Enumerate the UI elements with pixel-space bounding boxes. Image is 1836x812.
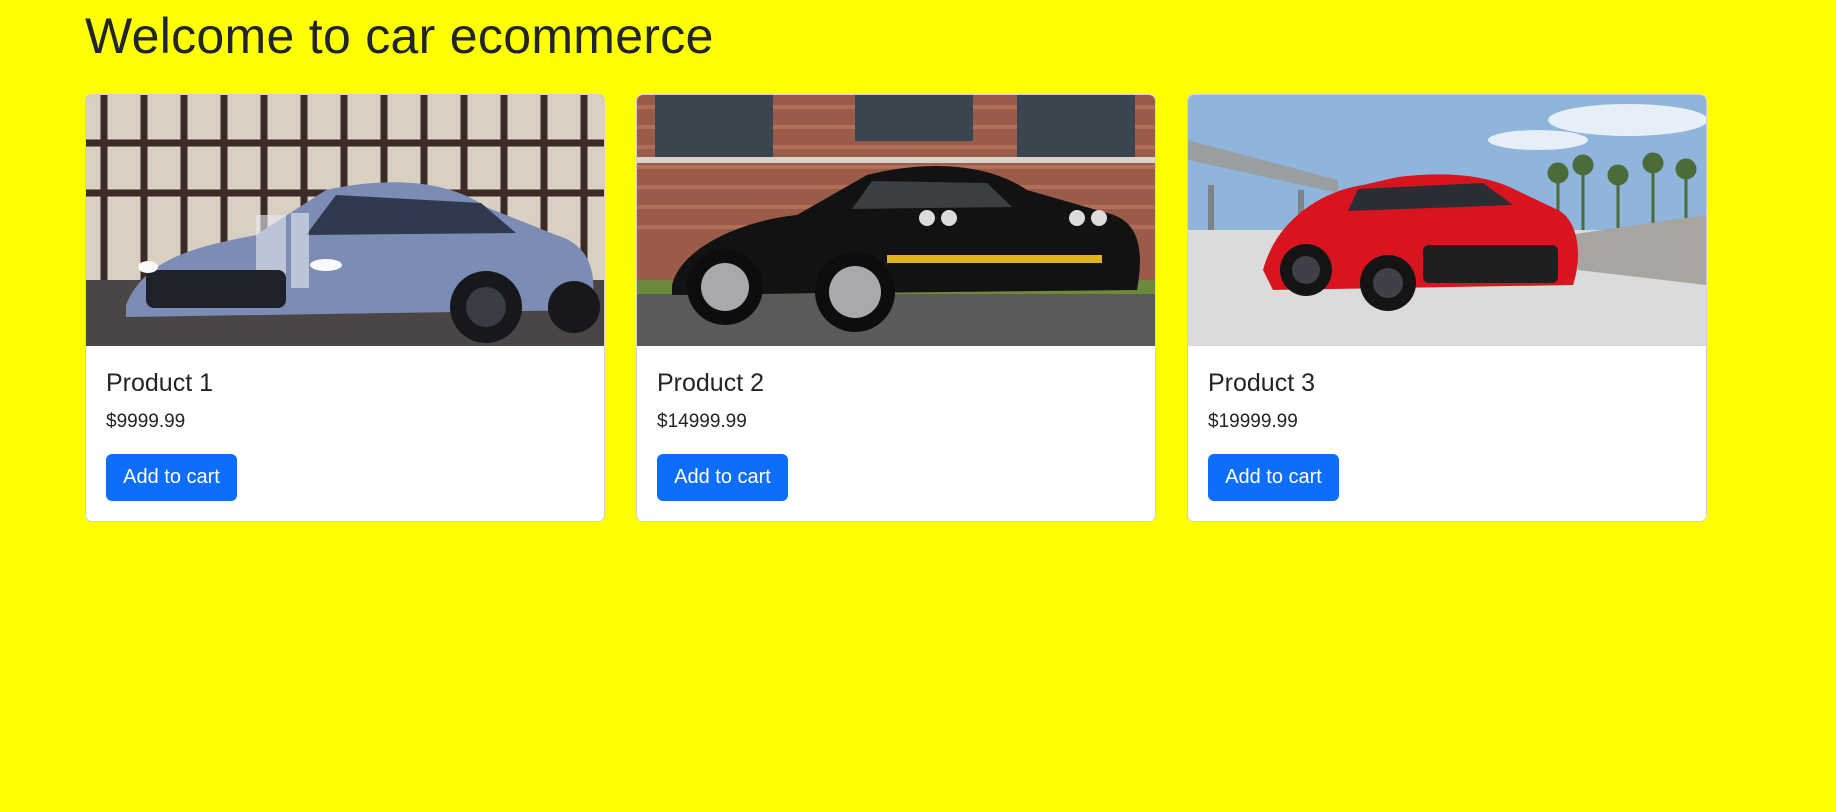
black-muscle-car-image [637, 95, 1155, 346]
product-card: Product 3 $19999.99 Add to cart [1187, 94, 1707, 522]
page: Welcome to car ecommerce Product 1 $9999… [0, 0, 1836, 812]
product-card-body: Product 3 $19999.99 Add to cart [1188, 346, 1706, 521]
product-price: $14999.99 [657, 411, 747, 432]
page-title: Welcome to car ecommerce [85, 8, 714, 64]
product-card: Product 1 $9999.99 Add to cart [85, 94, 605, 522]
blue-sports-car-image [86, 95, 604, 346]
red-supercar-image [1188, 95, 1706, 346]
product-card-body: Product 1 $9999.99 Add to cart [86, 346, 604, 521]
product-price: $19999.99 [1208, 411, 1298, 432]
add-to-cart-button[interactable]: Add to cart [1208, 454, 1339, 501]
product-title: Product 2 [657, 369, 765, 397]
product-card-body: Product 2 $14999.99 Add to cart [637, 346, 1155, 521]
add-to-cart-button[interactable]: Add to cart [106, 454, 237, 501]
product-title: Product 3 [1208, 369, 1316, 397]
product-price: $9999.99 [106, 411, 186, 432]
product-title: Product 1 [106, 369, 214, 397]
add-to-cart-button[interactable]: Add to cart [657, 454, 788, 501]
product-grid: Product 1 $9999.99 Add to cart Product 2… [85, 94, 1707, 522]
product-card: Product 2 $14999.99 Add to cart [636, 94, 1156, 522]
